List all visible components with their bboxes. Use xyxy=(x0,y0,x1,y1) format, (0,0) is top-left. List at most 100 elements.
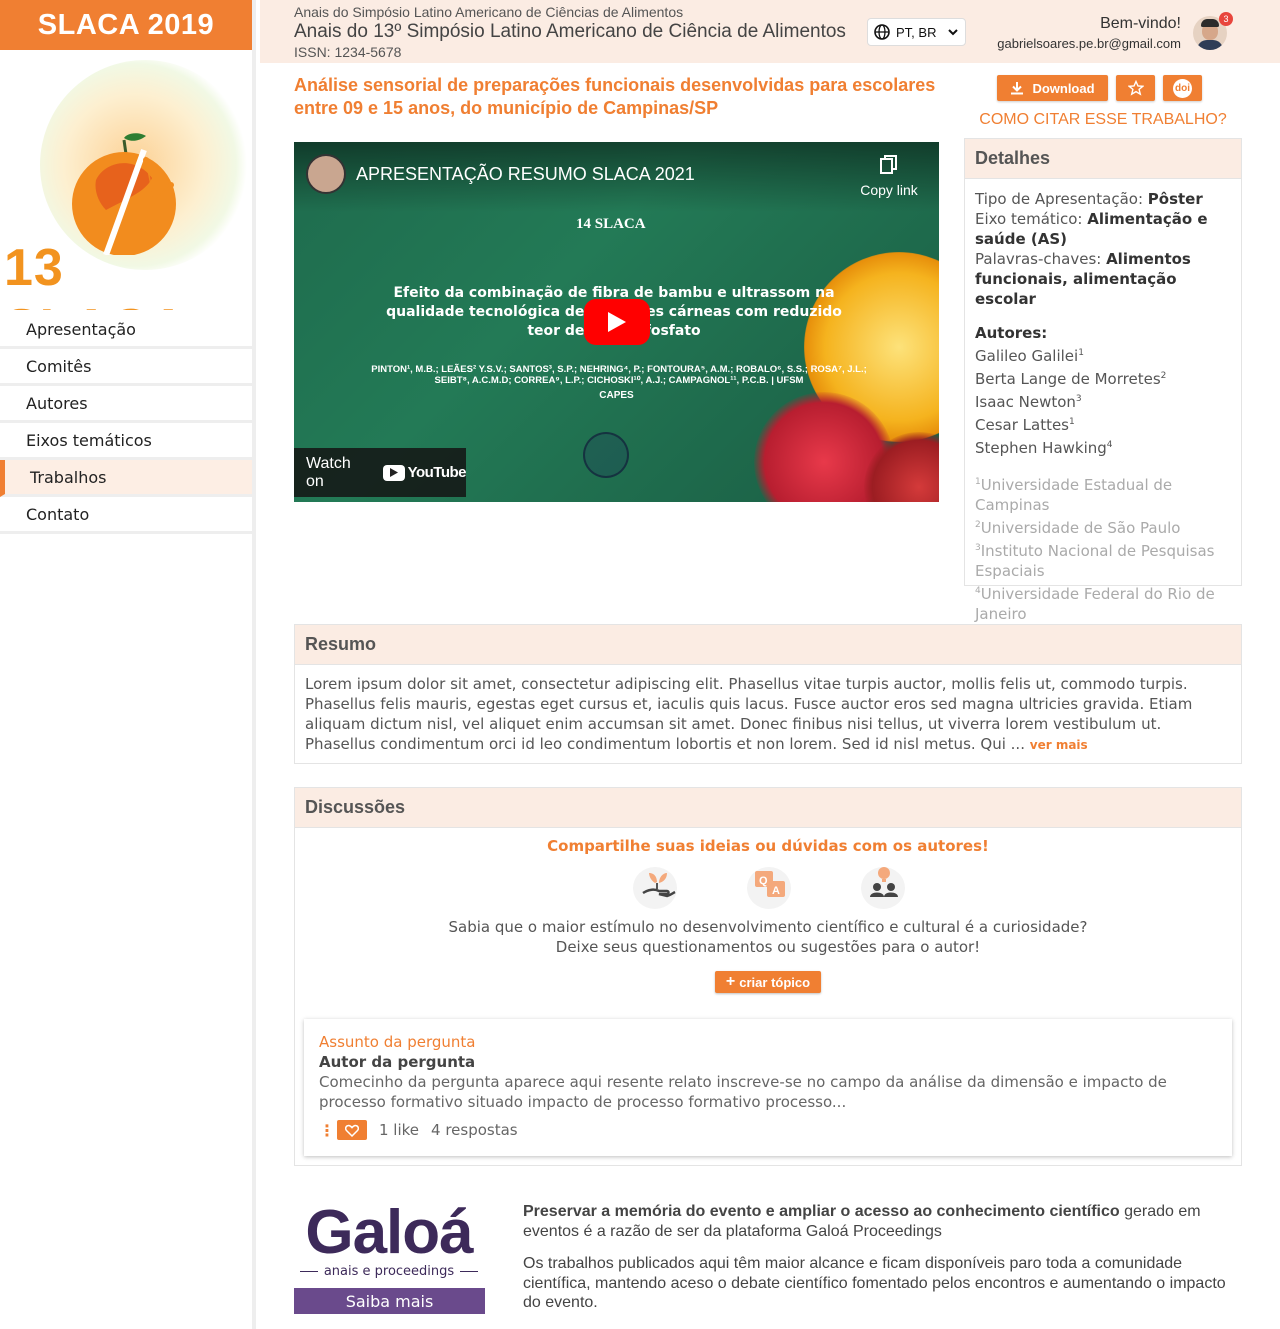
like-button[interactable] xyxy=(337,1120,367,1140)
slide-authors: PINTON¹, M.B.; LEÃES² Y.S.V.; SANTOS³, S… xyxy=(371,364,867,386)
event-logo: 13 SLACA xyxy=(0,50,252,310)
sidebar-nav: Apresentação Comitês Autores Eixos temát… xyxy=(0,312,252,534)
slide-logo: 14 SLACA xyxy=(576,216,646,232)
more-options-icon[interactable]: ⋮ xyxy=(319,1121,335,1140)
question-subject[interactable]: Assunto da pergunta xyxy=(319,1033,1217,1051)
favorite-button[interactable] xyxy=(1116,75,1155,101)
presentation-type: Tipo de Apresentação: Pôster xyxy=(975,190,1203,208)
watch-on-youtube[interactable]: Watch on YouTube xyxy=(294,448,467,497)
author-item[interactable]: Galileo Galilei1 xyxy=(975,343,1231,366)
discussion-heading: Discussões xyxy=(295,788,1241,828)
download-label: Download xyxy=(1032,80,1095,96)
details-panel: Detalhes Tipo de Apresentação: Pôster Ei… xyxy=(964,138,1242,623)
copy-link-button[interactable]: Copy link xyxy=(854,154,924,198)
cite-link[interactable]: COMO CITAR ESSE TRABALHO? xyxy=(964,111,1242,129)
header-issn: ISSN: 1234-5678 xyxy=(294,44,402,60)
question-meta: ⋮ 1 like 4 respostas xyxy=(319,1120,1217,1140)
user-email[interactable]: gabrielsoares.pe.br@gmail.com xyxy=(997,36,1181,51)
star-icon xyxy=(1127,80,1144,96)
galoa-logo[interactable]: Galoá xyxy=(299,1198,479,1268)
welcome-text: Bem-vindo! xyxy=(1100,15,1181,32)
copy-link-label: Copy link xyxy=(860,182,918,198)
play-icon xyxy=(608,312,626,332)
youtube-logo: YouTube xyxy=(382,464,467,481)
copy-icon xyxy=(880,155,897,174)
sidebar: SLACA 2019 13 SLACA Apresentação Comitês… xyxy=(0,0,256,1329)
sidebar-item-trabalhos[interactable]: Trabalhos xyxy=(0,460,252,497)
avatar-shirt xyxy=(1197,40,1223,50)
discussion-text: Sabia que o maior estímulo no desenvolvi… xyxy=(448,918,1088,956)
details-body: Tipo de Apresentação: Pôster Eixo temáti… xyxy=(965,179,1241,624)
footer-paragraph-2: Os trabalhos publicados aqui têm maior a… xyxy=(523,1255,1226,1311)
sidebar-item-apresentacao[interactable]: Apresentação xyxy=(0,312,252,349)
discussion-tagline: Compartilhe suas ideias ou dúvidas com o… xyxy=(547,837,989,855)
paper-title: Análise sensorial de preparações funcion… xyxy=(294,75,936,118)
like-count: 1 like xyxy=(379,1121,420,1139)
affiliation-item: 1Universidade Estadual de Campinas xyxy=(975,476,1173,514)
footer-text: Preservar a memória do evento e ampliar … xyxy=(523,1202,1243,1326)
brand-bar[interactable]: SLACA 2019 xyxy=(0,0,252,50)
question-excerpt: Comecinho da pergunta aparece aqui resen… xyxy=(319,1073,1167,1111)
idea-people-icon xyxy=(857,863,907,909)
youtube-icon xyxy=(382,464,405,481)
header-subtitle: Anais do Simpósio Latino Americano de Ci… xyxy=(294,4,684,20)
sidebar-item-comites[interactable]: Comitês xyxy=(0,349,252,386)
orange-fruit-icon xyxy=(72,133,176,255)
footer-paragraph-1: Preservar a memória do evento e ampliar … xyxy=(523,1203,1201,1240)
abstract-panel: Resumo Lorem ipsum dolor sit amet, conse… xyxy=(294,624,1242,764)
question-card[interactable]: Assunto da pergunta Autor da pergunta Co… xyxy=(304,1019,1232,1156)
paper-actions: Download doi xyxy=(997,75,1202,101)
play-button[interactable] xyxy=(584,299,650,345)
read-more-link[interactable]: ver mais xyxy=(1030,738,1088,752)
avatar-hair xyxy=(1201,19,1219,27)
channel-avatar[interactable] xyxy=(306,154,346,194)
learn-more-button[interactable]: Saiba mais xyxy=(294,1288,485,1314)
affiliation-item: 3Instituto Nacional de Pesquisas Espacia… xyxy=(975,542,1215,580)
abstract-text: Lorem ipsum dolor sit amet, consectetur … xyxy=(305,675,1193,753)
slide-funder: CAPES xyxy=(599,390,634,401)
reply-count[interactable]: 4 respostas xyxy=(431,1121,518,1139)
sidebar-item-autores[interactable]: Autores xyxy=(0,386,252,423)
plus-icon: + xyxy=(725,973,736,990)
author-item[interactable]: Berta Lange de Morretes2 xyxy=(975,366,1231,389)
sidebar-item-contato[interactable]: Contato xyxy=(0,497,252,534)
hand-plant-icon xyxy=(629,863,679,909)
globe-icon xyxy=(874,24,890,40)
heart-icon xyxy=(345,1124,359,1137)
qa-chat-icon: Q A xyxy=(743,863,793,909)
video-player[interactable]: APRESENTAÇÃO RESUMO SLACA 2021 Copy link… xyxy=(294,142,939,502)
galoa-tagline: anais e proceedings xyxy=(299,1264,479,1279)
sidebar-item-eixos[interactable]: Eixos temáticos xyxy=(0,423,252,460)
author-item[interactable]: Cesar Lattes1 xyxy=(975,412,1231,435)
affiliation-item: 2Universidade de São Paulo xyxy=(975,519,1181,537)
create-topic-button[interactable]: + criar tópico xyxy=(715,971,821,993)
keywords: Palavras-chaves: Alimentos funcionais, a… xyxy=(975,250,1191,308)
download-icon xyxy=(1011,82,1024,95)
brand-title: SLACA 2019 xyxy=(37,8,215,41)
watch-on-label: Watch on xyxy=(306,454,351,490)
chevron-down-icon xyxy=(948,29,958,36)
author-item[interactable]: Stephen Hawking4 xyxy=(975,435,1231,458)
video-title[interactable]: APRESENTAÇÃO RESUMO SLACA 2021 xyxy=(356,164,695,185)
notification-badge[interactable]: 3 xyxy=(1219,12,1233,26)
question-author: Autor da pergunta xyxy=(319,1053,476,1071)
authors-label: Autores: xyxy=(975,324,1048,342)
svg-text:A: A xyxy=(772,885,780,897)
logo-text: 13 SLACA xyxy=(4,239,187,310)
author-item[interactable]: Isaac Newton3 xyxy=(975,389,1231,412)
discussion-icons: Q A xyxy=(295,863,1241,909)
university-crest-icon xyxy=(583,432,629,478)
svg-text:Q: Q xyxy=(759,875,768,887)
language-value: PT, BR xyxy=(896,24,937,40)
affiliation-item: 4Universidade Federal do Rio de Janeiro xyxy=(975,585,1215,623)
header-title: Anais do 13º Simpósio Latino Americano d… xyxy=(294,21,846,42)
doi-icon: doi xyxy=(1173,78,1192,98)
youtube-wordmark: YouTube xyxy=(407,464,467,481)
details-heading: Detalhes xyxy=(965,139,1241,179)
discussion-panel: Discussões Compartilhe suas ideias ou dú… xyxy=(294,787,1242,1166)
doi-button[interactable]: doi xyxy=(1163,75,1202,101)
language-select[interactable]: PT, BR xyxy=(867,18,966,46)
thematic-axis: Eixo temático: Alimentação e saúde (AS) xyxy=(975,210,1208,248)
download-button[interactable]: Download xyxy=(997,75,1108,101)
abstract-heading: Resumo xyxy=(295,625,1241,665)
